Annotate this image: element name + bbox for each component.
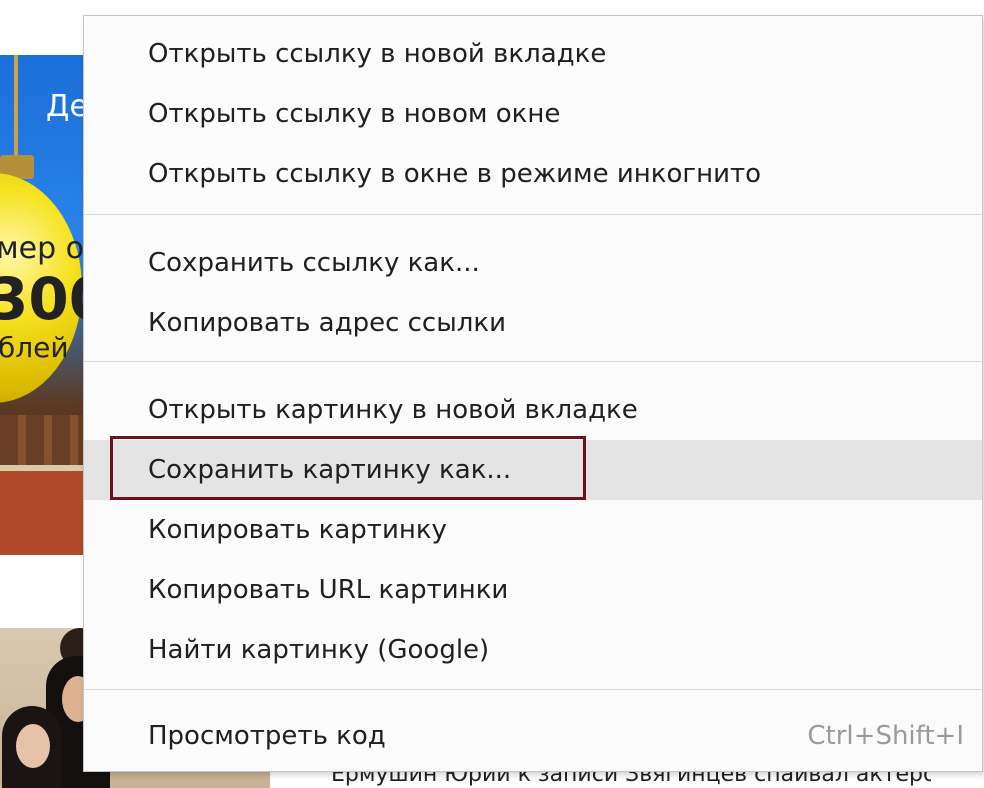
ornament-string xyxy=(14,55,18,163)
menu-item-label: Сохранить картинку как... xyxy=(148,455,512,485)
photo-person-face xyxy=(16,724,50,768)
menu-item-copy-image-url[interactable]: Копировать URL картинки xyxy=(84,560,982,620)
menu-item-label: Сохранить ссылку как... xyxy=(148,248,480,278)
background-text-fragment xyxy=(380,0,440,4)
menu-item-label: Открыть ссылку в окне в режиме инкогнито xyxy=(148,159,762,189)
screenshot-stage: Де мер от 300 блей Ермушин Юрий к записи… xyxy=(0,0,984,788)
menu-item-label: Открыть ссылку в новой вкладке xyxy=(148,39,607,69)
menu-item-save-link-as[interactable]: Сохранить ссылку как... xyxy=(84,233,982,293)
ornament-text-line2: 300 xyxy=(0,265,84,333)
menu-item-shortcut: Ctrl+Shift+I xyxy=(807,721,964,751)
ornament-text-line1: мер от xyxy=(0,231,84,266)
context-menu: Открыть ссылку в новой вкладке Открыть с… xyxy=(83,15,983,772)
menu-item-label: Открыть ссылку в новом окне xyxy=(148,99,561,129)
menu-item-label: Просмотреть код xyxy=(148,721,386,751)
menu-item-label: Копировать картинку xyxy=(148,515,447,545)
menu-item-copy-link-address[interactable]: Копировать адрес ссылки xyxy=(84,293,982,353)
menu-item-open-link-incognito[interactable]: Открыть ссылку в окне в режиме инкогнито xyxy=(84,144,982,204)
menu-item-open-image-new-tab[interactable]: Открыть картинку в новой вкладке xyxy=(84,380,982,440)
menu-item-label: Открыть картинку в новой вкладке xyxy=(148,395,638,425)
menu-item-label: Найти картинку (Google) xyxy=(148,635,490,665)
sofa-image xyxy=(0,465,84,555)
banner-top-text: Де xyxy=(46,89,84,124)
ornament-text-line3: блей xyxy=(0,331,69,364)
photo-person xyxy=(2,706,62,788)
menu-separator xyxy=(84,214,982,215)
menu-separator xyxy=(84,689,982,690)
menu-separator xyxy=(84,361,982,362)
menu-item-open-link-new-tab[interactable]: Открыть ссылку в новой вкладке xyxy=(84,24,982,84)
menu-item-inspect[interactable]: Просмотреть код Ctrl+Shift+I xyxy=(84,706,982,766)
menu-item-save-image-as[interactable]: Сохранить картинку как... xyxy=(84,440,982,500)
menu-item-label: Копировать адрес ссылки xyxy=(148,308,506,338)
menu-item-open-link-new-window[interactable]: Открыть ссылку в новом окне xyxy=(84,84,982,144)
menu-item-label: Копировать URL картинки xyxy=(148,575,509,605)
background-ad-banner[interactable]: Де мер от 300 блей xyxy=(0,55,84,555)
menu-item-search-image-google[interactable]: Найти картинку (Google) xyxy=(84,620,982,680)
menu-item-copy-image[interactable]: Копировать картинку xyxy=(84,500,982,560)
